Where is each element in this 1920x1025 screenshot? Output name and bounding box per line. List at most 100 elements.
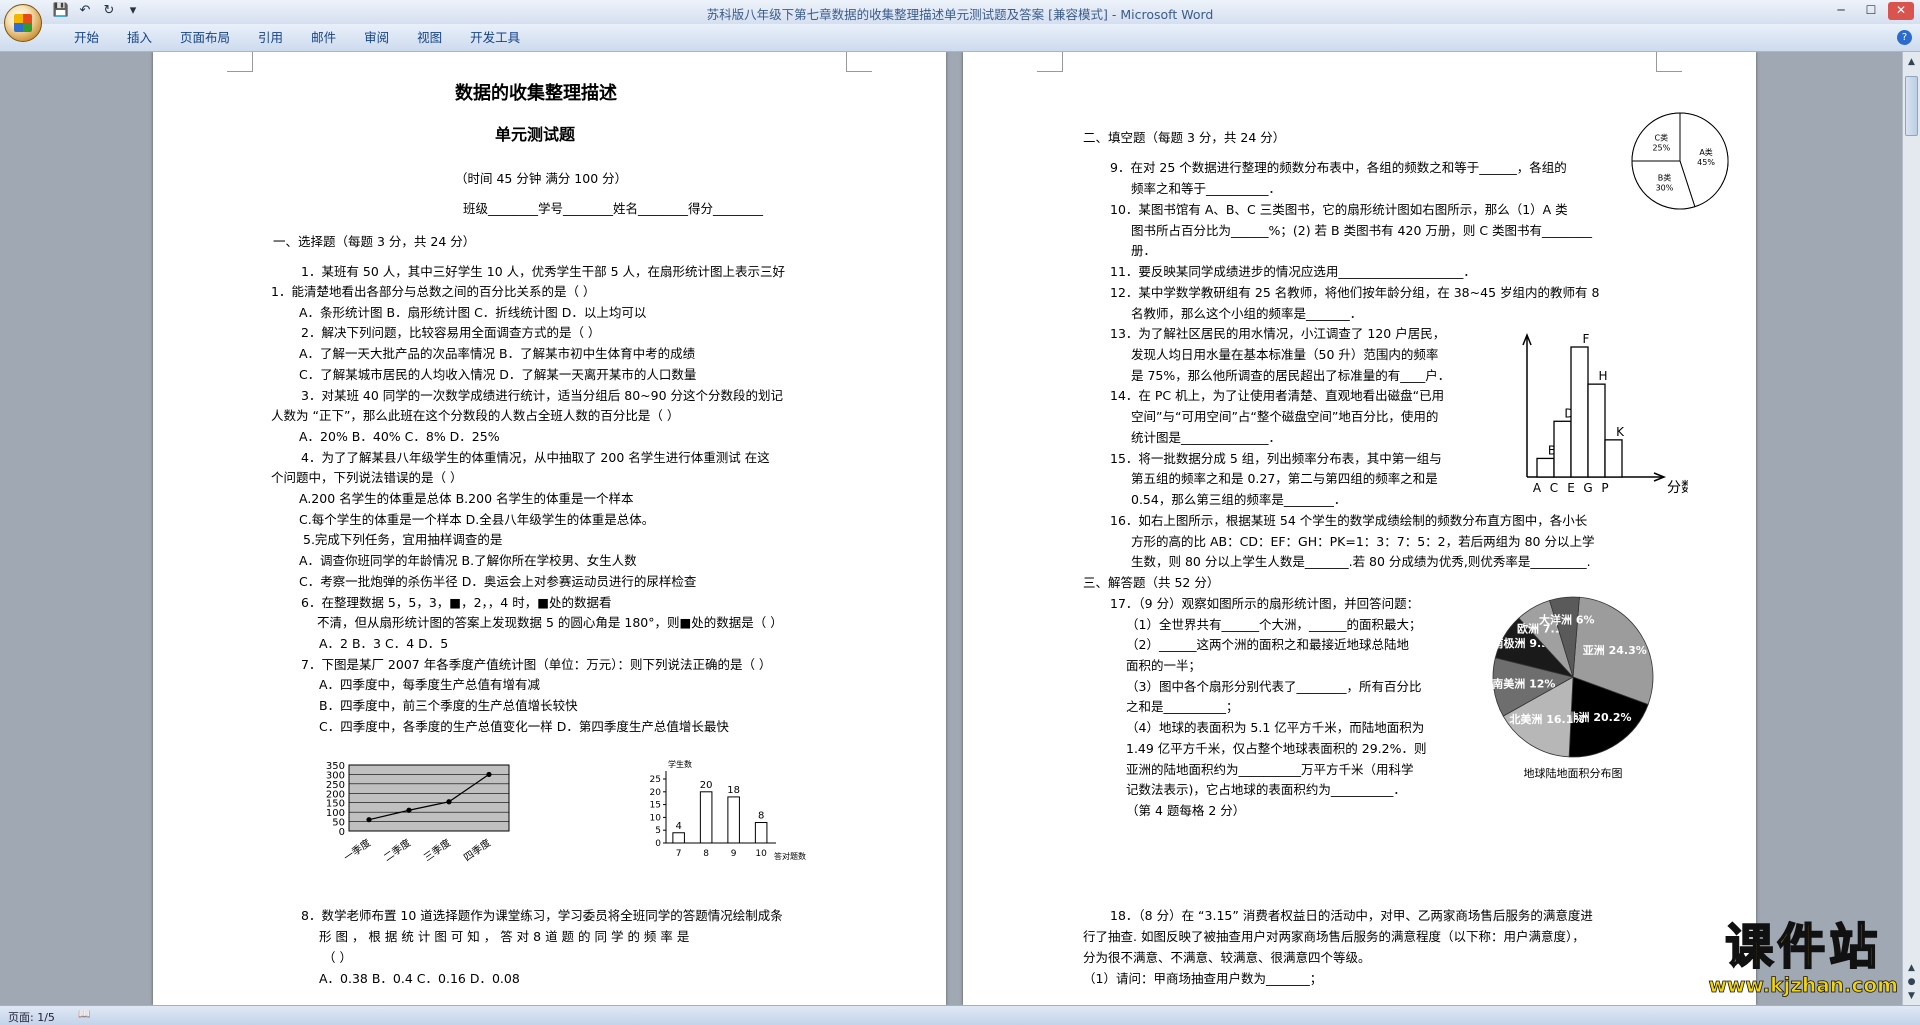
q14-line3: 统计图是______________． [1131, 430, 1282, 445]
tab-home[interactable]: 开始 [60, 30, 113, 46]
section-2-heading: 二、填空题（每题 3 分，共 24 分） [1083, 130, 1286, 145]
q3-options: A．20% B．40% C．8% D．25% [299, 429, 500, 444]
q1-line2: 1．能清楚地看出各部分与总数之间的百分比关系的是（ ） [271, 284, 596, 299]
page-indicator[interactable]: 页面: 1/5 [8, 1009, 55, 1025]
x-tick-label: 二季度 [381, 836, 413, 864]
q7-option-b: B．四季度中，前三个季度的生产总值增长较快 [319, 698, 578, 713]
q16-line1: 16．如右上图所示，根据某班 54 个学生的数学成绩绘制的频数分布直方图中，各小… [1110, 513, 1588, 528]
q12-line1: 12．某中学数学教研组有 25 名教师，将他们按年龄分组，在 38~45 岁组内… [1110, 285, 1600, 300]
q6-options: A．2 B．3 C．4 D．5 [319, 636, 449, 651]
tab-mailings[interactable]: 邮件 [297, 30, 350, 46]
q17-line2: （1）全世界共有______个大洲，______的面积最大； [1126, 617, 1422, 632]
y-tick-label: 0 [655, 839, 661, 849]
x-tick-label: C [1550, 481, 1558, 495]
select-browse-icon[interactable]: ● [1905, 976, 1918, 989]
bar-top-label: F [1583, 332, 1590, 346]
slice-label: 大洋洲 6% [1539, 613, 1595, 627]
q13-line3: 是 75%，那么他所调查的居民超出了标准量的有____户． [1131, 368, 1451, 383]
tab-view[interactable]: 视图 [403, 30, 456, 46]
title-bar: 💾 ↶ ↻ ▾ 苏科版八年级下第七章数据的收集整理描述单元测试题及答案 [兼容模… [0, 0, 1920, 24]
document-area[interactable]: 数据的收集整理描述 单元测试题 （时间 45 分钟 满分 100 分） 班级__… [0, 52, 1902, 1005]
slice-label: 南美洲 12% [1492, 677, 1555, 691]
histogram-bar [1553, 420, 1572, 478]
q16-line2: 方形的高的比 AB：CD：EF：GH：PK=1：3：7：5：2，若后两组为 80… [1131, 534, 1595, 549]
q7-options-cd: C．四季度中，各季度的生产总值变化一样 D．第四季度生产总值增长最快 [319, 719, 729, 734]
q15-line2: 第五组的频率之和是 0.27，第二与第四组的频率之和是 [1131, 471, 1438, 486]
time-info: （时间 45 分钟 满分 100 分） [455, 171, 628, 186]
q9-line1: 9．在对 25 个数据进行整理的频数分布表中，各组的频数之和等于______，各… [1110, 160, 1567, 175]
q2-line1: 2．解决下列问题，比较容易用全面调查方式的是（ ） [301, 325, 601, 340]
student-fields: 班级________学号________姓名________得分________ [463, 201, 764, 216]
document-page-1[interactable]: 数据的收集整理描述 单元测试题 （时间 45 分钟 满分 100 分） 班级__… [153, 52, 946, 1005]
vertical-scrollbar[interactable]: ▲ ▲ ● ▼ [1902, 52, 1920, 1005]
help-icon[interactable]: ? [1897, 30, 1912, 45]
q4-line1: 4．为了了解某县八年级学生的体重情况，从中抽取了 200 名学生进行体重测试 在… [301, 450, 770, 465]
y-axis-title: 学生数 [668, 759, 692, 769]
q15-line1: 15．将一批数据分成 5 组，列出频率分布表，其中第一组与 [1110, 451, 1442, 466]
bar [754, 822, 768, 844]
y-tick-label: 200 [326, 789, 345, 800]
q14-line2: 空间”与“可用空间”占“整个磁盘空间”地百分比，使用的 [1131, 409, 1439, 424]
scrollbar-thumb[interactable] [1905, 76, 1918, 136]
document-page-2[interactable]: 二、填空题（每题 3 分，共 24 分） 9．在对 25 个数据进行整理的频数分… [963, 52, 1756, 1005]
next-page-icon[interactable]: ▼ [1905, 990, 1918, 1003]
y-tick-label: 5 [655, 826, 661, 836]
q17-line1: 17．（9 分）观察如图所示的扇形统计图，并回答问题： [1110, 596, 1420, 611]
q13-line2: 发现人均日用水量在基本标准量（50 升）范围内的频率 [1131, 347, 1439, 362]
x-tick-label: G [1583, 481, 1592, 495]
section-3-heading: 三、解答题（共 52 分） [1083, 575, 1220, 590]
bar [727, 796, 740, 844]
q17-line3: （2）______这两个洲的面积之和最接近地球总陆地 [1126, 637, 1409, 652]
minimize-icon[interactable]: ─ [1828, 2, 1854, 20]
slice-label: B类 [1658, 172, 1672, 182]
q13-line1: 13．为了解社区居民的用水情况，小江调查了 120 户居民， [1110, 326, 1446, 341]
quarterly-output-line-chart: 050100150200250300350 一季度 二季度 三季度 四季度 [326, 761, 510, 864]
y-tick-label: 350 [326, 761, 345, 772]
q4-options-ab: A.200 名学生的体重是总体 B.200 名学生的体重是一个样本 [299, 491, 634, 506]
q10-line2: 图书所占百分比为______%；(2) 若 B 类图书有 420 万册，则 C … [1131, 223, 1593, 238]
slice-label: A类 [1699, 147, 1712, 157]
doc-subtitle: 单元测试题 [495, 125, 576, 144]
q18-line1: 18．（8 分）在 “3.15” 消费者权益日的活动中，对甲、乙两家商场售后服务… [1110, 908, 1593, 923]
tab-insert[interactable]: 插入 [113, 30, 166, 46]
data-label: 4 [675, 821, 681, 832]
tab-developer[interactable]: 开发工具 [456, 30, 534, 46]
scroll-up-icon[interactable]: ▲ [1905, 56, 1918, 69]
bar-top-label: K [1616, 425, 1625, 439]
score-histogram: BADCFEHGKP分数 [1522, 332, 1688, 496]
chart-title: 地球陆地面积分布图 [1524, 766, 1623, 780]
tab-review[interactable]: 审阅 [350, 30, 403, 46]
q18-line4: （1）请问：甲商场抽查用户数为_______； [1083, 971, 1323, 986]
q3-line1: 3．对某班 40 同学的一次数学成绩进行统计，适当分组后 80~90 分这个分数… [301, 388, 784, 403]
x-tick-label: 一季度 [341, 836, 373, 864]
y-tick-label: 0 [339, 827, 345, 838]
slice-label: 亚洲 24.3% [1583, 644, 1647, 657]
watermark-logo-text: 课件站 [1724, 919, 1882, 975]
q5-options-cd: C．考察一批炮弹的杀伤半径 D．奥运会上对参赛运动员进行的尿样检查 [299, 574, 697, 589]
q2-options-cd: C．了解某城市居民的人均收入情况 D．了解某一天离开某市的人口数量 [299, 367, 697, 382]
data-point [366, 817, 372, 823]
x-tick-label: 9 [731, 849, 737, 859]
maximize-icon[interactable]: ☐ [1858, 2, 1884, 20]
x-tick-label: 10 [755, 849, 767, 859]
q5-options-ab: A．调查你班同学的年龄情况 B.了解你所在学校男、女生人数 [299, 553, 637, 568]
y-tick-label: 50 [332, 818, 345, 829]
q17-line8: 1.49 亿平方千米，仅占整个地球表面积的 29.2%．则 [1126, 741, 1427, 756]
proofing-icon[interactable]: 📖 [78, 1009, 90, 1020]
prev-page-icon[interactable]: ▲ [1905, 962, 1918, 975]
tab-page-layout[interactable]: 页面布局 [166, 30, 244, 46]
y-tick-label: 10 [650, 813, 662, 823]
q7-line1: 7．下图是某厂 2007 年各季度产值统计图（单位：万元）：则下列说法正确的是（… [301, 657, 772, 672]
crop-mark [1656, 52, 1682, 72]
q17-line11: （第 4 题每格 2 分） [1126, 803, 1246, 818]
world-land-area-pie-chart: 亚洲 24.3%非洲 20.2%北美洲 16.1%南美洲 12%南极洲 9.3%… [1492, 596, 1654, 780]
office-button[interactable] [4, 4, 42, 42]
q12-line2: 名教师，那么这个小组的频率是_______． [1131, 306, 1363, 321]
q17-line5: （3）图中各个扇形分别代表了________，所有百分比 [1126, 679, 1422, 694]
q4-line2: 个问题中，下列说法错误的是（ ） [271, 470, 463, 485]
q15-line3: 0.54，那么第三组的频率是________． [1131, 492, 1347, 507]
tab-references[interactable]: 引用 [244, 30, 297, 46]
q17-line4: 面积的一半； [1126, 658, 1202, 673]
close-icon[interactable]: ✕ [1888, 2, 1914, 20]
y-tick-label: 300 [326, 770, 345, 781]
